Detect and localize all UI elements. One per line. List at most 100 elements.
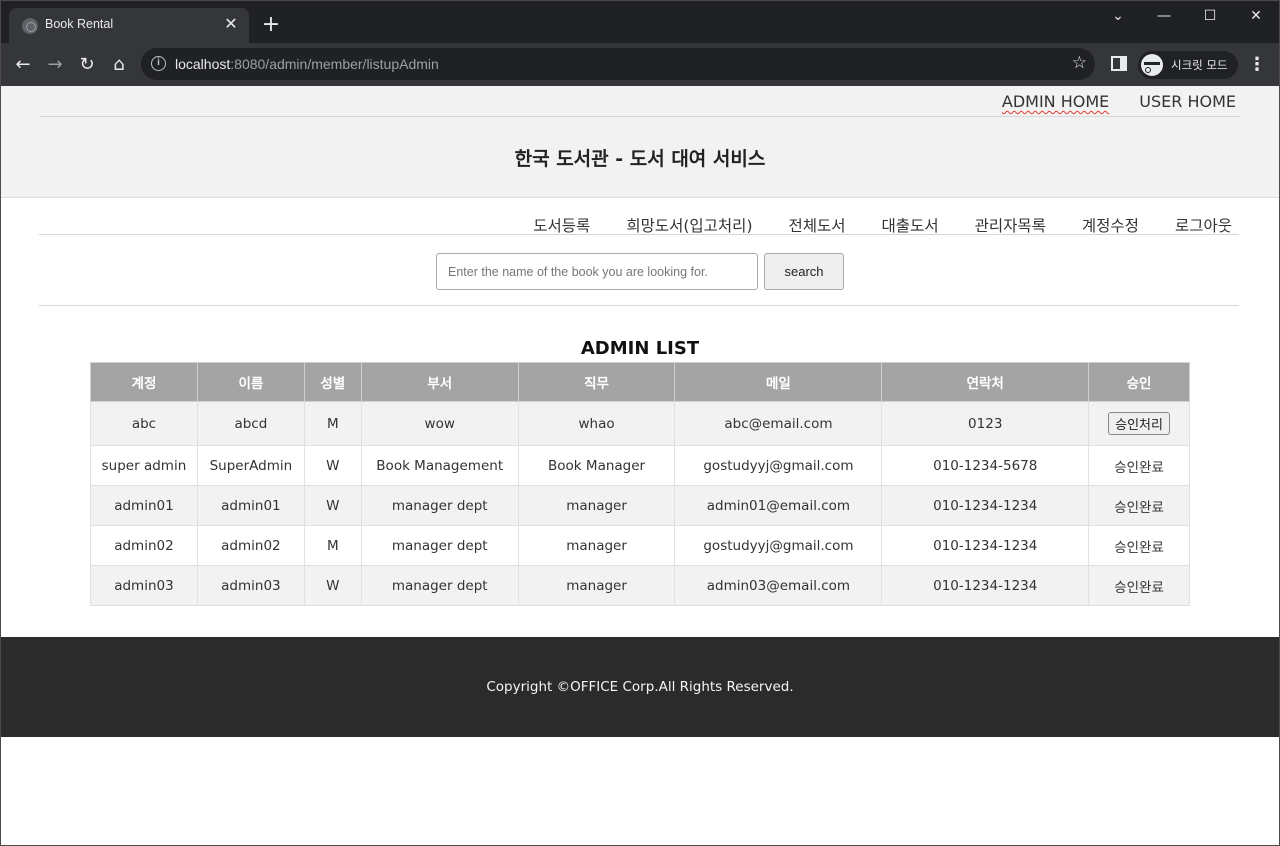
admin-list-title: ADMIN LIST xyxy=(580,338,700,359)
home-icon[interactable]: ⌂ xyxy=(105,51,133,79)
cell-job: whao xyxy=(517,401,676,446)
table-row: super admin SuperAdmin W Book Management… xyxy=(90,445,1190,486)
globe-icon xyxy=(22,18,38,34)
cell-approval-status: 승인완료 xyxy=(1088,565,1190,606)
menu-wish-books[interactable]: 희망도서(입고처리) xyxy=(626,214,752,236)
table-row: admin01 admin01 W manager dept manager a… xyxy=(90,485,1190,526)
minimize-icon[interactable]: — xyxy=(1141,4,1187,28)
admin-menu: 도서등록 희망도서(입고처리) 전체도서 대출도서 관리자목록 계정수정 로그아… xyxy=(533,214,1232,236)
incognito-icon xyxy=(1141,54,1163,76)
maximize-icon[interactable]: ☐ xyxy=(1187,4,1233,28)
column-header: 이름 xyxy=(196,362,305,402)
column-header: 승인 xyxy=(1088,362,1190,402)
address-bar[interactable]: i localhost:8080/admin/member/listupAdmi… xyxy=(141,48,1095,80)
cell-email: admin03@email.com xyxy=(674,565,883,606)
table-row: abc abcd M wow whao abc@email.com 0123 승… xyxy=(90,401,1190,446)
cell-email: abc@email.com xyxy=(674,401,883,446)
copyright-text: Copyright ©OFFICE Corp.All Rights Reserv… xyxy=(486,679,794,695)
cell-job: manager xyxy=(517,525,676,566)
menu-book-register[interactable]: 도서등록 xyxy=(533,214,590,236)
cell-approval-status: 승인완료 xyxy=(1088,485,1190,526)
close-tab-icon[interactable]: ✕ xyxy=(221,14,241,34)
cell-phone: 010-1234-1234 xyxy=(881,485,1090,526)
browser-toolbar: ← → ↻ ⌂ i localhost:8080/admin/member/li… xyxy=(0,43,1280,86)
table-header-row: 계정 이름 성별 부서 직무 메일 연락처 승인 xyxy=(90,362,1190,402)
cell-gender: W xyxy=(303,445,362,486)
reload-icon[interactable]: ↻ xyxy=(73,51,101,79)
cell-account: admin01 xyxy=(90,485,198,526)
cell-dept: manager dept xyxy=(360,565,519,606)
site-info-icon[interactable]: i xyxy=(151,56,166,71)
cell-job: manager xyxy=(517,565,676,606)
cell-name: admin02 xyxy=(196,525,305,566)
url-text[interactable]: localhost:8080/admin/member/listupAdmin xyxy=(175,56,439,72)
column-header: 성별 xyxy=(303,362,362,402)
cell-name: admin01 xyxy=(196,485,305,526)
top-links: ADMIN HOME USER HOME xyxy=(1002,92,1236,111)
cell-phone: 0123 xyxy=(881,401,1090,446)
cell-job: manager xyxy=(517,485,676,526)
incognito-label: 시크릿 모드 xyxy=(1171,58,1228,72)
back-icon[interactable]: ← xyxy=(9,51,37,79)
user-home-link[interactable]: USER HOME xyxy=(1139,92,1236,111)
site-footer: Copyright ©OFFICE Corp.All Rights Reserv… xyxy=(1,637,1279,737)
cell-email: gostudyyj@gmail.com xyxy=(674,445,883,486)
column-header: 메일 xyxy=(674,362,883,402)
tab-search-icon[interactable]: ⌄ xyxy=(1095,4,1141,28)
cell-phone: 010-1234-1234 xyxy=(881,525,1090,566)
cell-approval-status: 승인완료 xyxy=(1088,525,1190,566)
cell-name: admin03 xyxy=(196,565,305,606)
search-divider xyxy=(39,305,1239,306)
approve-button[interactable]: 승인처리 xyxy=(1108,412,1170,435)
cell-dept: manager dept xyxy=(360,525,519,566)
tab-strip: Book Rental ✕ + ⌄ — ☐ ✕ xyxy=(0,0,1280,43)
header-divider xyxy=(40,116,1240,117)
site-title: 한국 도서관 - 도서 대여 서비스 xyxy=(514,148,766,170)
column-header: 연락처 xyxy=(881,362,1090,402)
table-row: admin03 admin03 W manager dept manager a… xyxy=(90,565,1190,606)
cell-account: abc xyxy=(90,401,198,446)
cell-gender: W xyxy=(303,565,362,606)
cell-gender: M xyxy=(303,525,362,566)
cell-approval: 승인처리 xyxy=(1088,401,1190,446)
cell-email: gostudyyj@gmail.com xyxy=(674,525,883,566)
site-header: ADMIN HOME USER HOME 한국 도서관 - 도서 대여 서비스 xyxy=(1,86,1279,198)
column-header: 직무 xyxy=(517,362,676,402)
cell-account: admin02 xyxy=(90,525,198,566)
column-header: 부서 xyxy=(360,362,519,402)
tab-title: Book Rental xyxy=(45,17,114,31)
cell-account: super admin xyxy=(90,445,198,486)
browser-tab[interactable]: Book Rental ✕ xyxy=(9,8,249,43)
menu-rented-books[interactable]: 대출도서 xyxy=(882,214,939,236)
menu-edit-account[interactable]: 계정수정 xyxy=(1082,214,1139,236)
cell-approval-status: 승인완료 xyxy=(1088,445,1190,486)
browser-chrome: Book Rental ✕ + ⌄ — ☐ ✕ ← → ↻ ⌂ i localh… xyxy=(0,0,1280,86)
table-row: admin02 admin02 M manager dept manager g… xyxy=(90,525,1190,566)
menu-logout[interactable]: 로그아웃 xyxy=(1175,214,1232,236)
close-window-icon[interactable]: ✕ xyxy=(1233,4,1279,28)
cell-phone: 010-1234-1234 xyxy=(881,565,1090,606)
menu-divider xyxy=(39,234,1239,235)
cell-dept: manager dept xyxy=(360,485,519,526)
cell-dept: Book Management xyxy=(360,445,519,486)
column-header: 계정 xyxy=(90,362,198,402)
cell-gender: M xyxy=(303,401,362,446)
bookmark-star-icon[interactable]: ☆ xyxy=(1072,53,1087,73)
menu-all-books[interactable]: 전체도서 xyxy=(789,214,846,236)
side-panel-icon[interactable] xyxy=(1111,56,1127,71)
cell-email: admin01@email.com xyxy=(674,485,883,526)
search-button[interactable]: search xyxy=(764,253,844,290)
cell-job: Book Manager xyxy=(517,445,676,486)
cell-account: admin03 xyxy=(90,565,198,606)
cell-dept: wow xyxy=(360,401,519,446)
book-search-input[interactable] xyxy=(436,253,758,290)
incognito-badge[interactable]: 시크릿 모드 xyxy=(1138,51,1238,79)
forward-icon[interactable]: → xyxy=(41,51,69,79)
menu-admin-list[interactable]: 관리자목록 xyxy=(975,214,1046,236)
browser-menu-icon[interactable]: ⋮ xyxy=(1248,51,1266,79)
cell-name: abcd xyxy=(196,401,305,446)
admin-home-link[interactable]: ADMIN HOME xyxy=(1002,92,1109,111)
cell-phone: 010-1234-5678 xyxy=(881,445,1090,486)
new-tab-button[interactable]: + xyxy=(258,12,284,38)
cell-name: SuperAdmin xyxy=(196,445,305,486)
